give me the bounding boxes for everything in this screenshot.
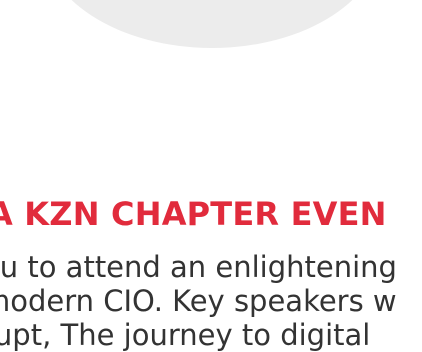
event-description: ou to attend an enlightening modern CIO.… [0, 250, 397, 352]
hero-shape [42, 0, 382, 48]
description-line: modern CIO. Key speakers w [0, 284, 397, 318]
event-heading: A KZN CHAPTER EVEN [0, 195, 387, 234]
description-line: rupt, The journey to digital [0, 318, 371, 352]
page: A KZN CHAPTER EVEN ou to attend an enlig… [0, 0, 422, 352]
description-line: ou to attend an enlightening [0, 250, 397, 284]
